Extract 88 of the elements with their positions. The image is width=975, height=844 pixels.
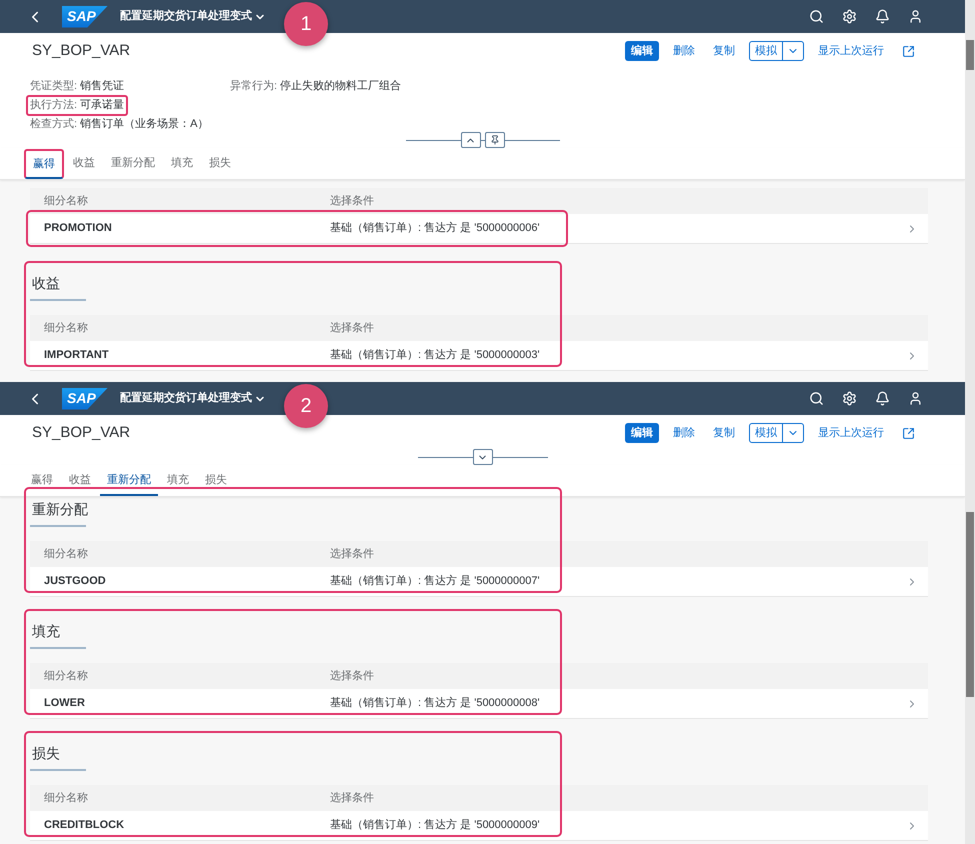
column-header: 选择条件 <box>330 546 374 562</box>
table-cell-text: 基础（销售订单）: 售达方 是 '5000000003' <box>330 348 540 364</box>
section-tab[interactable]: 填充 <box>160 466 196 496</box>
user-icon <box>908 391 923 406</box>
expand-header-button[interactable] <box>472 449 492 465</box>
toolbar-button[interactable]: 删除 <box>669 41 699 61</box>
column-header: 细分名称 <box>43 320 89 336</box>
table-row[interactable]: JUSTGOOD 基础（销售订单）: 售达方 是 '5000000007' <box>30 567 928 597</box>
settings-icon <box>842 9 857 24</box>
settings-button[interactable] <box>842 391 857 406</box>
table-cell-text: 基础（销售订单）: 售达方 是 '5000000007' <box>330 574 540 590</box>
section-tab[interactable]: 收益 <box>62 466 98 496</box>
column-header: 选择条件 <box>330 790 374 806</box>
pin-icon <box>490 135 500 145</box>
dropdown-button[interactable] <box>783 41 804 61</box>
sap-logo: SAP <box>62 6 108 28</box>
column-header: 细分名称 <box>43 668 89 684</box>
notifications-button[interactable] <box>875 9 890 24</box>
table-row[interactable]: LOWER 基础（销售订单）: 售达方 是 '5000000008' <box>30 689 928 719</box>
share-button[interactable] <box>902 44 915 58</box>
section-tab[interactable]: 赢得 <box>24 466 60 496</box>
table-cell-text: IMPORTANT <box>43 348 110 364</box>
app-title-menu[interactable]: 配置延期交货订单处理变式 <box>120 390 266 407</box>
user-icon <box>908 9 923 24</box>
column-header: 选择条件 <box>330 668 374 684</box>
table-cell-text: PROMOTION <box>43 221 113 236</box>
table-row[interactable]: IMPORTANT 基础（销售订单）: 售达方 是 '5000000003' <box>30 341 928 371</box>
share-button[interactable] <box>902 426 915 440</box>
section-title: 填充 <box>31 622 61 641</box>
edit-button[interactable]: 编辑 <box>625 41 659 61</box>
search-button[interactable] <box>809 9 824 24</box>
header-field: 检查方式: 销售订单（业务场景：A） <box>30 116 208 133</box>
column-header: 细分名称 <box>43 546 89 562</box>
object-title: SY_BOP_VAR <box>32 40 130 61</box>
table-cell-text: 基础（销售订单）: 售达方 是 '5000000009' <box>330 818 540 834</box>
column-header: 细分名称 <box>43 790 89 806</box>
section-tab[interactable]: 损失 <box>198 466 234 496</box>
toolbar-button[interactable]: 显示上次运行 <box>814 41 888 61</box>
header-field: 执行方法: 可承诺量 <box>26 95 128 116</box>
column-header: 选择条件 <box>330 194 374 209</box>
scrollbar[interactable] <box>965 0 975 382</box>
toolbar-button[interactable]: 复制 <box>709 423 739 443</box>
section-tab[interactable]: 收益 <box>66 149 102 179</box>
header-field: 凭证类型: 销售凭证 <box>30 78 124 95</box>
share-icon <box>902 44 915 58</box>
notifications-button[interactable] <box>875 391 890 406</box>
simulate-button[interactable]: 模拟 <box>749 423 783 443</box>
user-button[interactable] <box>908 391 923 406</box>
section-title: 损失 <box>31 744 61 763</box>
dropdown-button[interactable] <box>783 423 804 443</box>
search-icon <box>809 9 824 24</box>
table-cell-text: LOWER <box>43 696 86 712</box>
user-button[interactable] <box>908 9 923 24</box>
pin-header-button[interactable] <box>484 132 504 148</box>
table-cell-text: 基础（销售订单）: 售达方 是 '5000000006' <box>330 220 540 236</box>
bell-icon <box>875 9 890 24</box>
edit-button[interactable]: 编辑 <box>625 423 659 443</box>
column-header: 细分名称 <box>43 194 89 209</box>
sap-logo: SAP <box>62 388 108 410</box>
search-icon <box>809 391 824 406</box>
column-header: 选择条件 <box>330 320 374 336</box>
table-cell-text: 基础（销售订单）: 售达方 是 '5000000008' <box>330 696 540 712</box>
scrollbar[interactable] <box>965 382 975 844</box>
toolbar-button[interactable]: 删除 <box>669 423 699 443</box>
toolbar-button[interactable]: 显示上次运行 <box>814 423 888 443</box>
search-button[interactable] <box>809 391 824 406</box>
object-title: SY_BOP_VAR <box>32 422 130 443</box>
section-tab[interactable]: 填充 <box>164 149 200 179</box>
share-icon <box>902 426 915 440</box>
step-badge: 1 <box>284 2 328 46</box>
simulate-button[interactable]: 模拟 <box>749 41 783 61</box>
table-row[interactable]: CREDITBLOCK 基础（销售订单）: 售达方 是 '5000000009' <box>30 811 928 841</box>
table-cell-text: JUSTGOOD <box>43 574 107 590</box>
collapse-header-button[interactable] <box>460 132 480 148</box>
app-title-menu[interactable]: 配置延期交货订单处理变式 <box>120 8 266 25</box>
settings-icon <box>842 391 857 406</box>
step-badge: 2 <box>284 384 328 428</box>
toolbar-button[interactable]: 复制 <box>709 41 739 61</box>
section-tab[interactable]: 损失 <box>202 149 238 179</box>
section-title: 重新分配 <box>31 500 89 519</box>
section-tab[interactable]: 赢得 <box>24 149 64 179</box>
table-cell-text: CREDITBLOCK <box>43 818 126 834</box>
section-title: 收益 <box>31 274 61 293</box>
section-tab[interactable]: 重新分配 <box>104 149 162 179</box>
bell-icon <box>875 391 890 406</box>
header-field: 异常行为: 停止失败的物料工厂组合 <box>230 78 402 95</box>
section-tab[interactable]: 重新分配 <box>100 466 158 496</box>
settings-button[interactable] <box>842 9 857 24</box>
